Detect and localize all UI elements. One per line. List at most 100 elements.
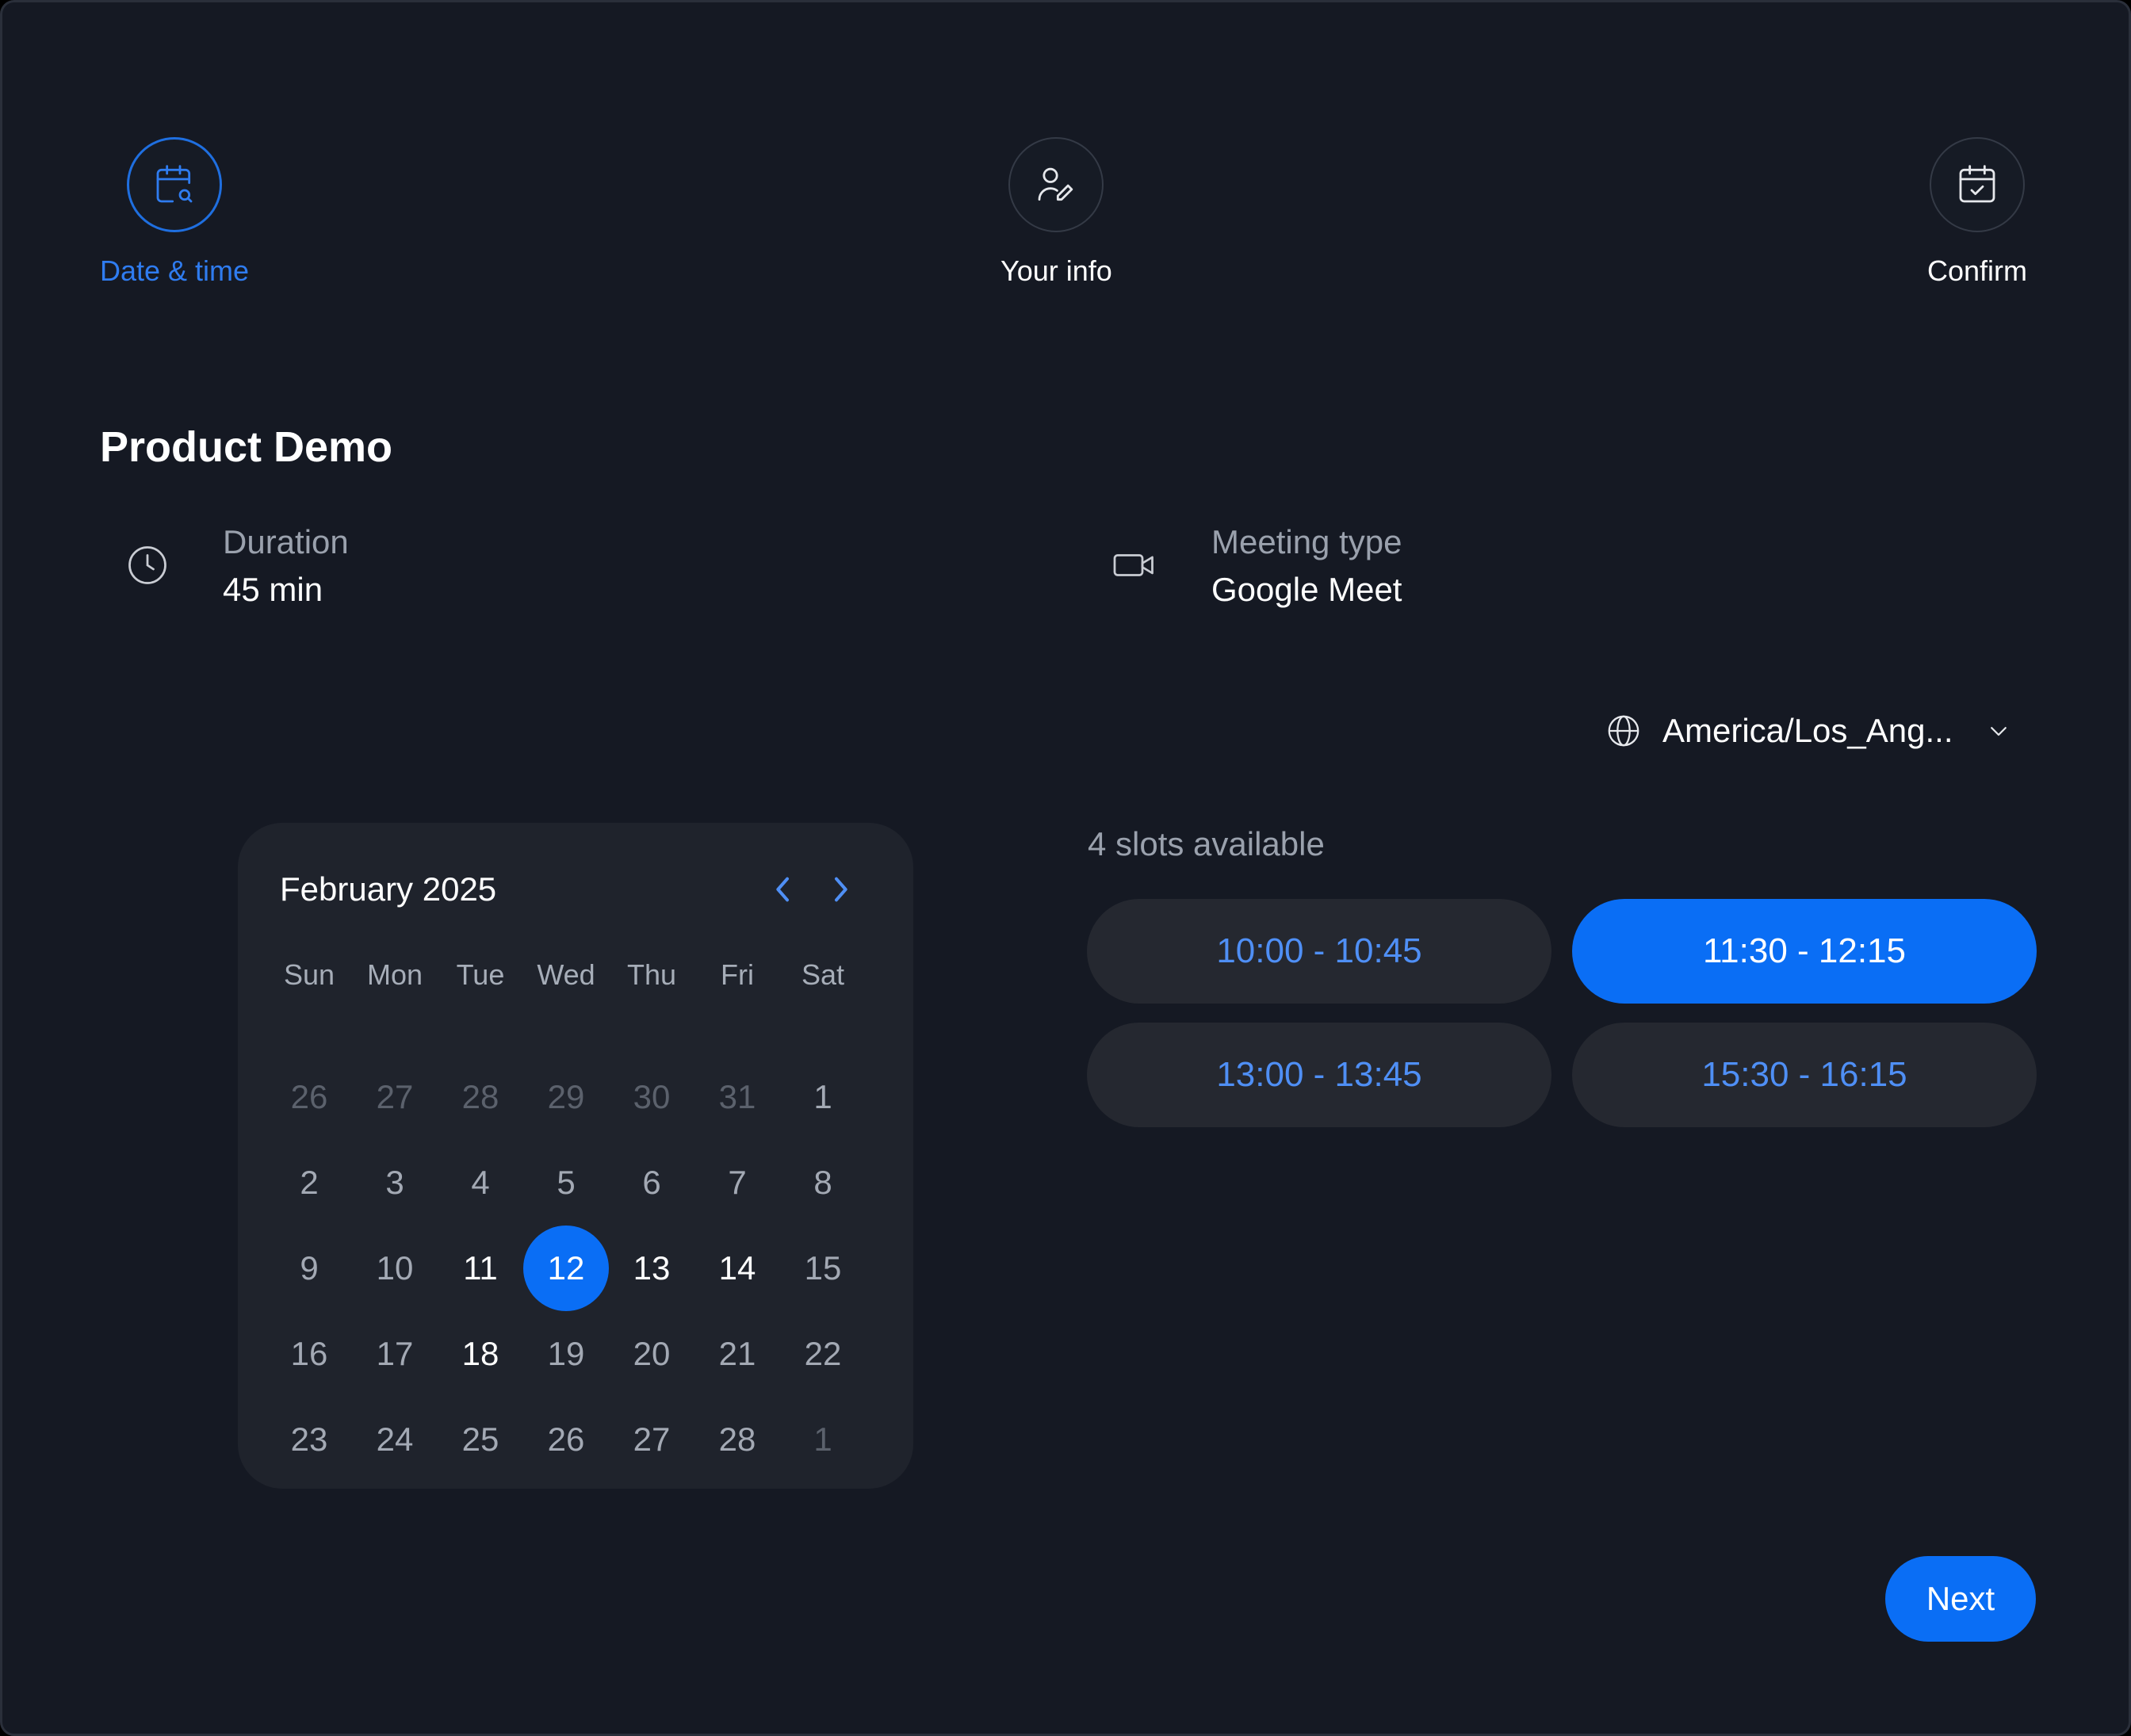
calendar-day[interactable]: 2 xyxy=(266,1140,352,1226)
meeting-type-value: Google Meet xyxy=(1211,571,1402,608)
timezone-value: America/Los_Ang... xyxy=(1662,712,1953,749)
chevron-down-icon xyxy=(1990,727,2007,736)
calendar-day-number: 19 xyxy=(547,1335,585,1372)
calendar-day-selected[interactable]: 12 xyxy=(523,1226,609,1311)
calendar-week-row: 23 24 25 26 27 28 1 xyxy=(266,1397,866,1482)
calendar-day-number: 27 xyxy=(633,1421,671,1458)
meeting-type-info: Meeting type Google Meet xyxy=(1111,522,1402,610)
calendar-day-number: 8 xyxy=(813,1164,832,1201)
calendar-check-icon xyxy=(1959,165,1995,203)
weekday-header: Sun Mon Tue Wed Thu Fri Sat xyxy=(266,956,866,994)
user-edit-icon xyxy=(1038,167,1073,201)
calendar-day-number: 14 xyxy=(718,1249,756,1287)
calendar-day[interactable]: 16 xyxy=(266,1311,352,1397)
step-confirm-label: Confirm xyxy=(1927,254,2028,287)
calendar-day-number: 18 xyxy=(461,1335,499,1372)
calendar-search-icon xyxy=(156,165,193,203)
time-slot-button[interactable]: 13:00 - 13:45 xyxy=(1087,1023,1551,1127)
calendar-day-number: 5 xyxy=(557,1164,576,1201)
calendar-day-number: 2 xyxy=(300,1164,319,1201)
calendar-day: 29 xyxy=(523,1054,609,1140)
meeting-type-label: Meeting type xyxy=(1211,523,1402,560)
calendar-week-row: 2 3 4 5 6 7 8 xyxy=(266,1140,866,1226)
calendar-day[interactable]: 23 xyxy=(266,1397,352,1482)
step-your-info-label: Your info xyxy=(1000,254,1112,287)
calendar-day-number: 11 xyxy=(463,1249,498,1287)
calendar-day[interactable]: 15 xyxy=(780,1226,866,1311)
calendar-day: 31 xyxy=(694,1054,780,1140)
globe-icon xyxy=(1608,715,1639,747)
calendar-day-number: 29 xyxy=(547,1078,585,1115)
weekday-label: Sun xyxy=(283,958,335,991)
calendar-day[interactable]: 6 xyxy=(609,1140,694,1226)
calendar-day-number: 27 xyxy=(376,1078,414,1115)
calendar-day-number: 6 xyxy=(642,1164,661,1201)
calendar-day[interactable]: 18 xyxy=(438,1311,523,1397)
calendar-day-number: 13 xyxy=(633,1249,671,1287)
calendar-day[interactable]: 24 xyxy=(352,1397,438,1482)
calendar-month-label: February 2025 xyxy=(280,870,497,908)
prev-month-button[interactable] xyxy=(766,872,801,907)
calendar-day-number: 16 xyxy=(290,1335,328,1372)
calendar-day[interactable]: 4 xyxy=(438,1140,523,1226)
weekday-label: Tue xyxy=(456,958,505,991)
calendar-day-number: 24 xyxy=(376,1421,414,1458)
timezone-select[interactable]: America/Los_Ang... xyxy=(1605,712,2010,750)
calendar-day-number: 22 xyxy=(804,1335,842,1372)
calendar-day[interactable]: 13 xyxy=(609,1226,694,1311)
calendar-day-number: 15 xyxy=(804,1249,842,1287)
calendar-day[interactable]: 17 xyxy=(352,1311,438,1397)
calendar: February 2025 Sun Mon Tue Wed Thu Fri Sa… xyxy=(238,823,913,1489)
calendar-day[interactable]: 9 xyxy=(266,1226,352,1311)
calendar-day[interactable]: 14 xyxy=(694,1226,780,1311)
calendar-day-number: 28 xyxy=(461,1078,499,1115)
time-slot-button[interactable]: 15:30 - 16:15 xyxy=(1572,1023,2037,1127)
calendar-day[interactable]: 5 xyxy=(523,1140,609,1226)
calendar-day[interactable]: 28 xyxy=(694,1397,780,1482)
step-your-info[interactable]: Your info xyxy=(1000,137,1112,288)
calendar-day-number: 20 xyxy=(633,1335,671,1372)
calendar-day-number: 12 xyxy=(523,1226,609,1311)
calendar-day: 30 xyxy=(609,1054,694,1140)
calendar-day[interactable]: 22 xyxy=(780,1311,866,1397)
calendar-day[interactable]: 26 xyxy=(523,1397,609,1482)
calendar-day-number: 3 xyxy=(385,1164,404,1201)
next-month-button[interactable] xyxy=(823,872,858,907)
step-confirm-circle xyxy=(1930,137,2026,232)
event-title: Product Demo xyxy=(100,423,393,471)
step-date-time-circle xyxy=(127,137,223,232)
duration-value: 45 min xyxy=(223,571,323,608)
calendar-day: 26 xyxy=(266,1054,352,1140)
calendar-day[interactable]: 27 xyxy=(609,1397,694,1482)
calendar-day[interactable]: 19 xyxy=(523,1311,609,1397)
weekday-label: Fri xyxy=(721,958,754,991)
step-confirm[interactable]: Confirm xyxy=(1927,137,2027,288)
step-date-time[interactable]: Date & time xyxy=(100,137,249,288)
calendar-day[interactable]: 1 xyxy=(780,1054,866,1140)
calendar-day-number: 26 xyxy=(547,1421,585,1458)
next-button[interactable]: Next xyxy=(1885,1556,2036,1642)
calendar-day[interactable]: 8 xyxy=(780,1140,866,1226)
time-slot-button-selected[interactable]: 11:30 - 12:15 xyxy=(1572,899,2037,1004)
calendar-day[interactable]: 7 xyxy=(694,1140,780,1226)
calendar-day[interactable]: 25 xyxy=(438,1397,523,1482)
clock-icon xyxy=(128,546,166,584)
calendar-day[interactable]: 21 xyxy=(694,1311,780,1397)
calendar-day-number: 21 xyxy=(718,1335,756,1372)
calendar-day[interactable]: 3 xyxy=(352,1140,438,1226)
duration-info: Duration 45 min xyxy=(124,522,349,610)
time-slot-button[interactable]: 10:00 - 10:45 xyxy=(1087,899,1551,1004)
weekday-label: Thu xyxy=(626,958,677,991)
calendar-day-number: 31 xyxy=(718,1078,756,1115)
calendar-day[interactable]: 11 xyxy=(438,1226,523,1311)
calendar-day[interactable]: 10 xyxy=(352,1226,438,1311)
calendar-day: 27 xyxy=(352,1054,438,1140)
calendar-day[interactable]: 20 xyxy=(609,1311,694,1397)
video-icon xyxy=(1113,554,1153,576)
calendar-day-number: 23 xyxy=(290,1421,328,1458)
calendar-day-number: 25 xyxy=(461,1421,499,1458)
calendar-day: 1 xyxy=(780,1397,866,1482)
chevron-left-icon xyxy=(776,877,789,902)
calendar-day-number: 4 xyxy=(471,1164,490,1201)
calendar-week-row: 16 17 18 19 20 21 22 xyxy=(266,1311,866,1397)
